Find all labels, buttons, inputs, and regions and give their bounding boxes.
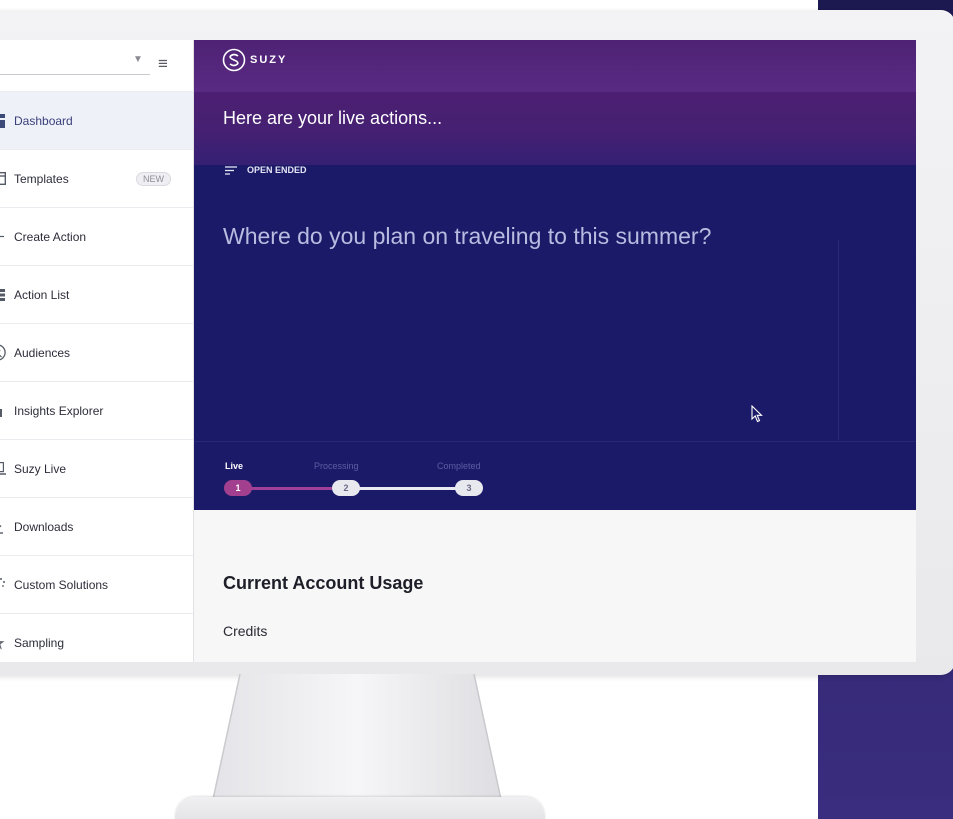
sidebar-item-sampling[interactable]: Sampling: [0, 614, 193, 662]
workspace-select[interactable]: [0, 74, 150, 75]
step-label-completed: Completed: [437, 461, 481, 471]
open-ended-icon: [225, 165, 237, 175]
new-badge: NEW: [136, 172, 171, 186]
question-type-label: OPEN ENDED: [225, 165, 307, 175]
monitor-screen: ▼ ≡ Dashboard Templates NEW Create Actio…: [0, 40, 916, 662]
step-label-live: Live: [225, 461, 244, 471]
question-type-text: OPEN ENDED: [247, 165, 307, 175]
suzy-logo-icon: [222, 48, 246, 72]
dashboard-icon: [0, 112, 7, 130]
sidebar-item-custom-solutions[interactable]: Custom Solutions: [0, 556, 193, 614]
usage-title: Current Account Usage: [223, 573, 424, 593]
mouse-cursor-icon: [751, 405, 763, 423]
top-bar: SUZY: [194, 40, 916, 92]
sidebar-item-label: Audiences: [14, 345, 71, 360]
download-icon: [0, 518, 7, 536]
monitor-stand-neck: [212, 674, 502, 804]
sidebar-item-templates[interactable]: Templates NEW: [0, 150, 193, 208]
sidebar-item-label: Templates: [14, 171, 69, 186]
status-stepper: Live Processing Completed 1 2 3: [194, 442, 916, 510]
credits-label: Credits: [223, 623, 268, 639]
sidebar-item-suzy-live[interactable]: Suzy Live: [0, 440, 193, 498]
monitor-stand-base: [175, 797, 545, 819]
sidebar-item-dashboard[interactable]: Dashboard: [0, 92, 193, 150]
bar-chart-icon: [0, 402, 7, 420]
step-marker-completed: 3: [455, 480, 483, 496]
scene: ▼ ≡ Dashboard Templates NEW Create Actio…: [0, 0, 953, 819]
question-text: Where do you plan on traveling to this s…: [223, 223, 712, 249]
sidebar-item-label: Dashboard: [14, 113, 73, 128]
templates-icon: [0, 170, 7, 188]
sidebar-item-label: Insights Explorer: [14, 403, 104, 418]
step-label-processing: Processing: [314, 461, 359, 471]
sidebar-header: ▼ ≡: [0, 40, 193, 92]
sidebar-item-label: Suzy Live: [14, 461, 67, 476]
live-actions-banner: Here are your live actions...: [194, 92, 916, 165]
sidebar-item-label: Create Action: [14, 229, 87, 244]
account-usage-section: Current Account Usage Credits: [194, 510, 916, 662]
star-icon: [0, 634, 7, 652]
sidebar-item-downloads[interactable]: Downloads: [0, 498, 193, 556]
stepper-track-processing: [357, 487, 457, 490]
sidebar-item-label: Sampling: [14, 635, 65, 650]
brand-name: SUZY: [250, 54, 288, 66]
suzy-logo[interactable]: SUZY: [222, 48, 287, 72]
sidebar-item-create-action[interactable]: Create Action: [0, 208, 193, 266]
sidebar-item-label: Action List: [14, 287, 70, 302]
plus-icon: [0, 228, 7, 246]
sidebar-item-label: Downloads: [14, 519, 74, 534]
audiences-icon: [0, 344, 7, 362]
main-content: SUZY Here are your live actions... OPEN …: [194, 40, 916, 662]
sidebar-item-audiences[interactable]: Audiences: [0, 324, 193, 382]
sidebar: ▼ ≡ Dashboard Templates NEW Create Actio…: [0, 40, 194, 662]
monitor: ▼ ≡ Dashboard Templates NEW Create Actio…: [0, 10, 953, 675]
panel-divider: [838, 240, 839, 440]
hamburger-menu-icon[interactable]: ≡: [158, 54, 168, 74]
list-icon: [0, 286, 7, 304]
stepper-track-live: [248, 487, 332, 490]
sidebar-item-label: Custom Solutions: [14, 577, 109, 592]
page-title: Here are your live actions...: [223, 108, 443, 128]
sidebar-item-action-list[interactable]: Action List: [0, 266, 193, 324]
live-action-card[interactable]: OPEN ENDED Where do you plan on travelin…: [194, 165, 916, 510]
step-marker-processing: 2: [332, 480, 360, 496]
step-marker-live: 1: [224, 480, 252, 496]
sidebar-item-insights-explorer[interactable]: Insights Explorer: [0, 382, 193, 440]
magic-wand-icon: [0, 576, 7, 594]
laptop-icon: [0, 460, 7, 478]
chevron-down-icon[interactable]: ▼: [133, 54, 143, 65]
